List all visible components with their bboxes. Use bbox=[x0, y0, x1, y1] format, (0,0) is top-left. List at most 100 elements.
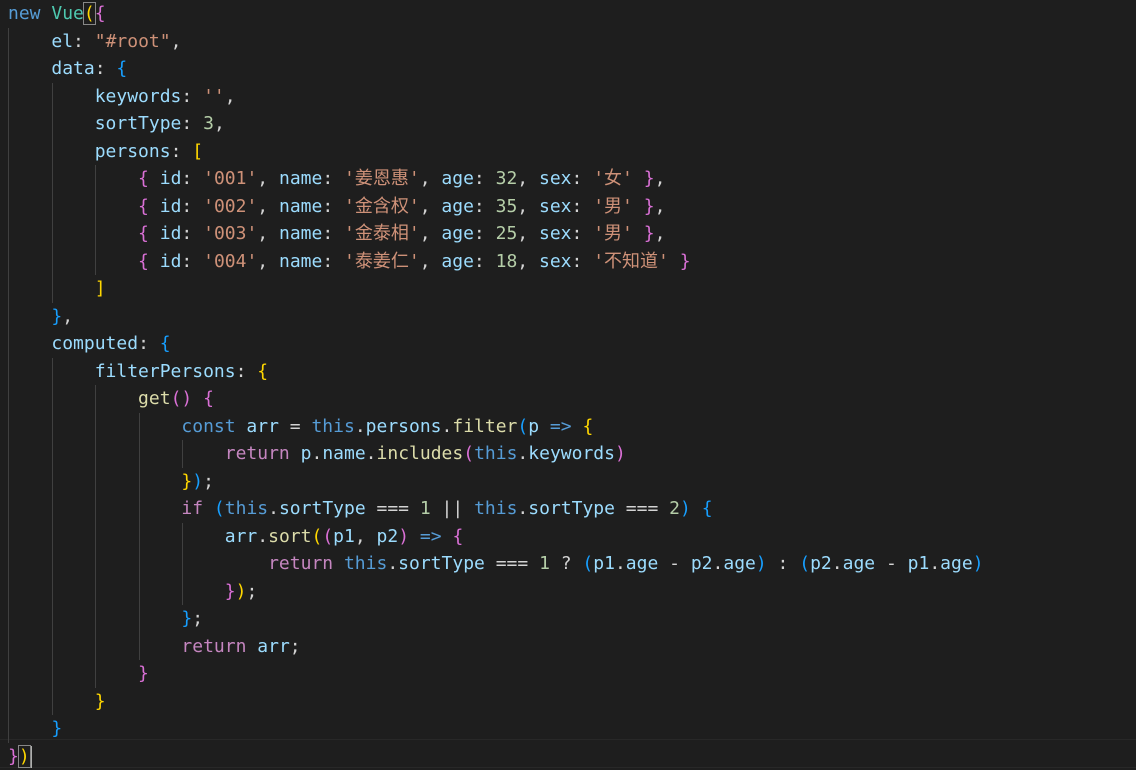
code-token: . bbox=[268, 498, 279, 519]
code-token: if bbox=[181, 498, 204, 519]
code-token: , bbox=[419, 168, 442, 189]
code-token: id bbox=[159, 168, 182, 189]
code-token: , bbox=[170, 30, 182, 52]
code-token: : bbox=[473, 223, 496, 244]
code-line: } bbox=[8, 660, 149, 687]
code-line: computed: { bbox=[8, 330, 170, 357]
code-token: name bbox=[278, 223, 323, 244]
code-line: filterPersons: { bbox=[8, 358, 268, 385]
code-token: } bbox=[51, 305, 63, 327]
code-token: '004' bbox=[203, 250, 258, 272]
code-token: , bbox=[517, 223, 539, 244]
code-token: name bbox=[278, 195, 323, 217]
code-token: Vue bbox=[51, 3, 84, 24]
code-token: ) bbox=[17, 744, 31, 768]
code-line: { id: '001', name: '姜恩惠', age: 32, sex: … bbox=[8, 165, 665, 192]
code-token: [ bbox=[192, 140, 204, 162]
code-token: persons bbox=[94, 140, 171, 162]
code-token: ) bbox=[972, 553, 984, 574]
code-token: sex bbox=[538, 168, 572, 189]
code-token: : bbox=[181, 168, 204, 189]
code-token: id bbox=[159, 223, 182, 244]
code-token: } bbox=[181, 608, 193, 629]
code-token: { bbox=[116, 58, 128, 79]
code-token: sort bbox=[268, 525, 312, 547]
code-token: '男' bbox=[593, 195, 633, 217]
code-token: , bbox=[419, 223, 442, 244]
code-token: data bbox=[51, 58, 95, 79]
code-token: get bbox=[138, 388, 171, 409]
code-token: new bbox=[8, 3, 41, 24]
code-token: . bbox=[365, 443, 377, 464]
code-token: name bbox=[278, 168, 323, 189]
code-token: { bbox=[701, 498, 713, 519]
code-token: : bbox=[73, 30, 95, 52]
code-token: this bbox=[311, 415, 355, 437]
code-token: '男' bbox=[593, 223, 633, 244]
code-token: 2 bbox=[669, 498, 680, 519]
code-token: } bbox=[679, 250, 691, 272]
code-token: arr bbox=[257, 635, 290, 657]
code-token: arr bbox=[246, 415, 279, 437]
code-token: ( bbox=[213, 498, 225, 519]
code-token: return bbox=[224, 443, 290, 464]
code-token: : bbox=[181, 223, 204, 244]
code-token: , bbox=[224, 85, 236, 107]
code-token: age bbox=[625, 553, 659, 574]
code-token: . bbox=[311, 443, 323, 464]
code-token: : bbox=[571, 195, 594, 217]
code-token: , bbox=[257, 168, 279, 189]
code-token: sortType bbox=[398, 553, 485, 574]
code-token: sortType bbox=[94, 113, 182, 134]
code-token: === bbox=[614, 498, 670, 519]
code-token: '女' bbox=[593, 168, 633, 189]
code-token: p2 bbox=[376, 525, 399, 547]
code-token: : bbox=[322, 223, 345, 244]
code-token: ; bbox=[192, 608, 204, 629]
code-line: }); bbox=[8, 578, 258, 605]
code-token: ) bbox=[680, 498, 691, 519]
code-token: , bbox=[419, 195, 442, 217]
code-token: age bbox=[940, 553, 973, 574]
code-token: } bbox=[51, 718, 63, 739]
code-token: p bbox=[300, 443, 312, 464]
code-token: . bbox=[517, 443, 529, 464]
code-token: age bbox=[441, 168, 474, 189]
code-token: el bbox=[51, 30, 74, 52]
code-token: , bbox=[62, 305, 74, 327]
code-token: . bbox=[614, 553, 626, 574]
code-editor[interactable]: new Vue({ el: "#root", data: { keywords:… bbox=[0, 0, 1136, 769]
code-token: : bbox=[473, 168, 496, 189]
code-token: id bbox=[159, 250, 182, 272]
code-line: } bbox=[8, 688, 106, 715]
code-token: , bbox=[654, 195, 666, 217]
code-token: ) bbox=[755, 553, 767, 574]
code-token: '姜恩惠' bbox=[344, 168, 420, 189]
code-token: ( bbox=[82, 2, 96, 25]
code-token: . bbox=[929, 553, 941, 574]
code-token: : bbox=[571, 250, 594, 272]
code-token: p2 bbox=[690, 553, 713, 574]
code-token: p2 bbox=[810, 553, 832, 574]
code-token: . bbox=[712, 553, 724, 574]
code-line: get() { bbox=[8, 385, 214, 412]
code-token: : bbox=[181, 250, 204, 272]
